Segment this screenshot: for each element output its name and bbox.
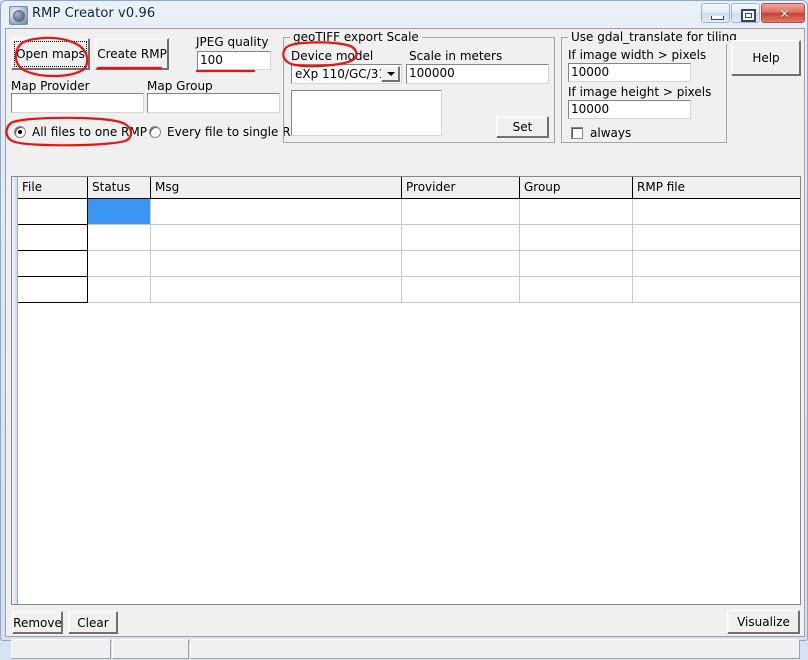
status-panel-2 — [112, 639, 189, 659]
app-window: RMP Creator v0.96 ✕ Open maps Create RMP… — [0, 0, 808, 659]
annotation-circle-device-model — [282, 41, 358, 68]
status-panel-1 — [11, 639, 111, 659]
annotation-circle-all-files — [5, 116, 133, 147]
status-bar — [11, 639, 801, 660]
annotation-circle-open-maps — [14, 36, 89, 78]
annotation-layer — [5, 36, 358, 147]
status-panel-3 — [190, 639, 800, 659]
